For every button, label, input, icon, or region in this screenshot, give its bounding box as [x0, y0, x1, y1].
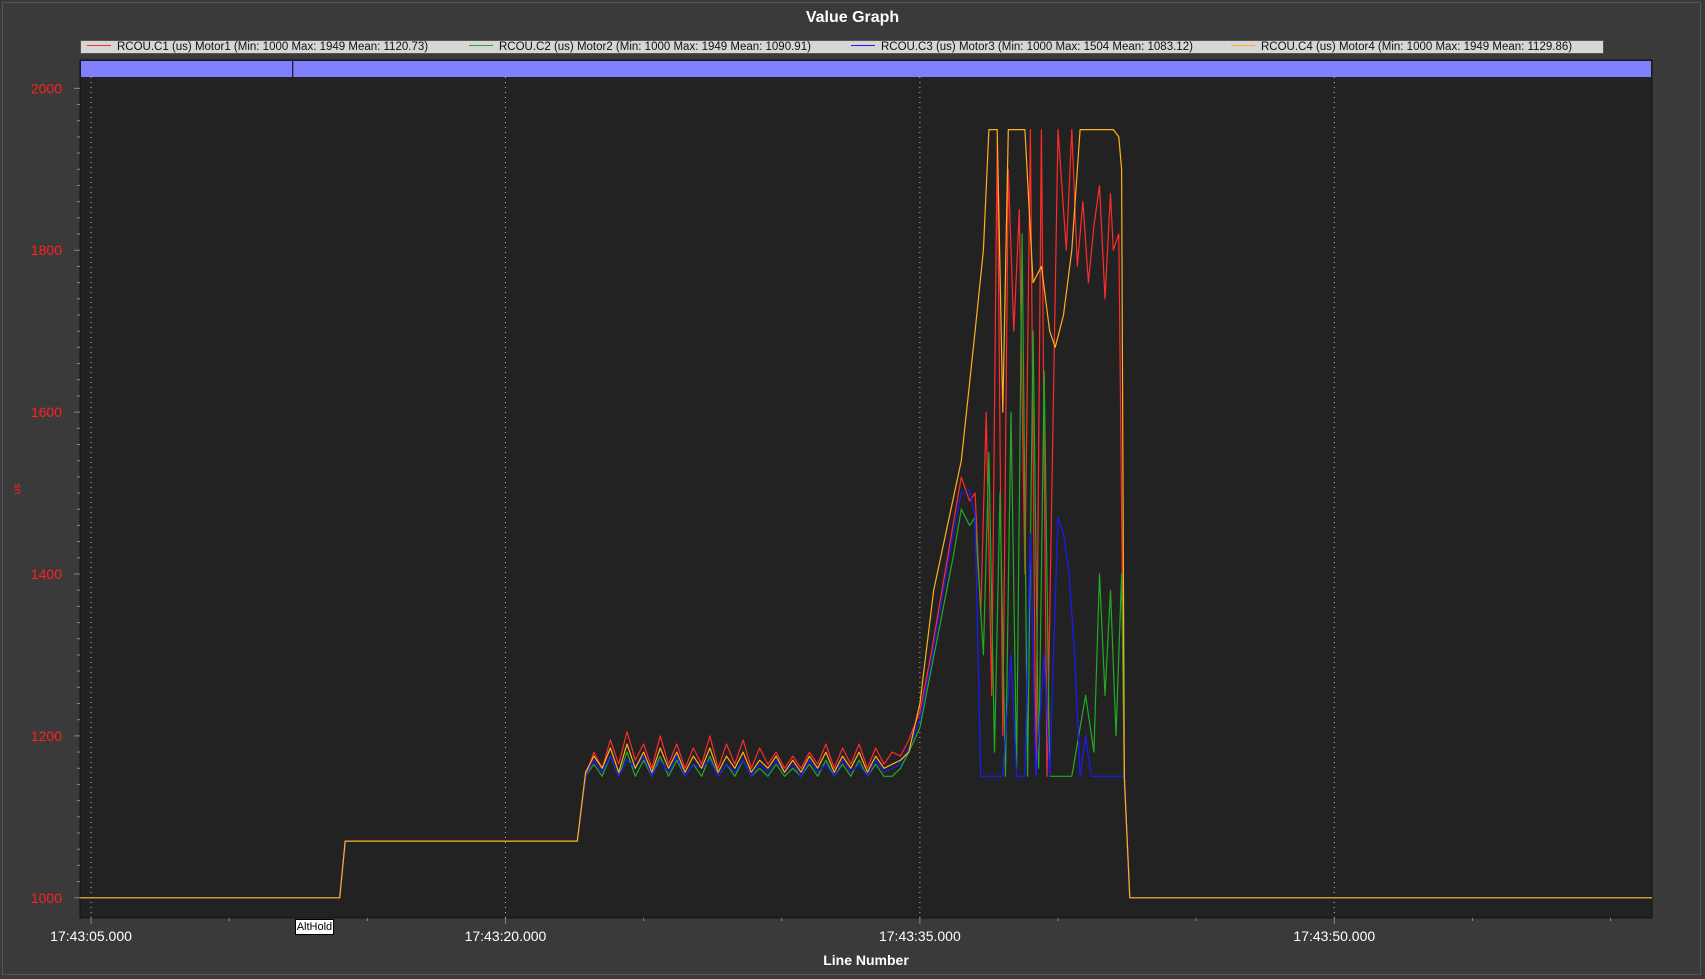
y-tick-label: 1600	[31, 404, 62, 420]
x-tick-label: 17:43:05.000	[50, 928, 132, 944]
x-axis-title: Line Number	[823, 952, 909, 968]
y-tick-label: 1800	[31, 242, 62, 258]
y-tick-label: 1000	[31, 890, 62, 906]
y-tick-label: 2000	[31, 80, 62, 96]
x-tick-label: 17:43:35.000	[879, 928, 961, 944]
x-tick-label: 17:43:50.000	[1293, 928, 1375, 944]
y-axis-title: us	[12, 484, 23, 495]
chart-canvas[interactable]: 17:43:05.000 17:43:20.000 17:43:35.000 17:4…	[0, 0, 1705, 979]
flight-mode-bar	[81, 61, 1651, 77]
y-tick-label: 1400	[31, 566, 62, 582]
plot-area	[79, 59, 1653, 919]
mode-marker-label: AltHold	[294, 919, 335, 935]
y-tick-label: 1200	[31, 728, 62, 744]
x-tick-label: 17:43:20.000	[465, 928, 547, 944]
